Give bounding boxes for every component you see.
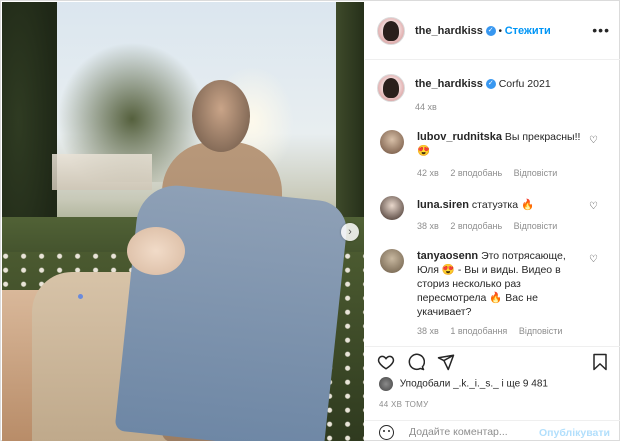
caption: the_hardkiss ✓ Corfu 2021 bbox=[415, 78, 551, 90]
author-username[interactable]: the_hardkiss bbox=[415, 25, 483, 37]
comment-likes[interactable]: 2 вподобань bbox=[450, 168, 502, 178]
comment-icon[interactable] bbox=[407, 353, 425, 375]
caption-avatar[interactable] bbox=[377, 74, 405, 102]
heart-icon[interactable]: ♡ bbox=[589, 201, 598, 212]
post-sidebar: the_hardkiss ✓ • Стежити ••• the_hardkis… bbox=[365, 2, 620, 441]
caption-username[interactable]: the_hardkiss bbox=[415, 78, 483, 90]
post-timestamp: 44 ХВ ТОМУ bbox=[379, 400, 429, 409]
comment-meta: 38 хв 1 вподобання Відповісти bbox=[417, 326, 571, 336]
post-header: the_hardkiss ✓ • Стежити ••• bbox=[365, 2, 620, 60]
comment-time[interactable]: 38 хв bbox=[417, 221, 439, 231]
emoji-icon[interactable] bbox=[379, 425, 394, 440]
comment-body: lubov_rudnitska Вы прекрасны!! 😍 bbox=[417, 130, 592, 158]
commenter-avatar[interactable] bbox=[380, 249, 404, 273]
heart-icon[interactable] bbox=[377, 353, 395, 375]
comment-likes[interactable]: 2 вподобань bbox=[450, 221, 502, 231]
follow-button[interactable]: Стежити bbox=[505, 25, 551, 37]
reply-button[interactable]: Відповісти bbox=[519, 326, 563, 336]
reply-button[interactable]: Відповісти bbox=[514, 168, 558, 178]
photo-bg-buildings bbox=[52, 154, 152, 190]
heart-icon[interactable]: ♡ bbox=[589, 135, 598, 146]
comment-time[interactable]: 38 хв bbox=[417, 326, 439, 336]
photo-child bbox=[114, 181, 350, 441]
comment-username[interactable]: tanyaosenn bbox=[417, 250, 478, 262]
reply-button[interactable]: Відповісти bbox=[514, 221, 558, 231]
publish-button[interactable]: Опублікувати bbox=[539, 427, 610, 439]
photo-person-head bbox=[192, 80, 250, 152]
likes-summary[interactable]: Уподобали _.k._i._s._ і ще 9 481 bbox=[379, 377, 548, 391]
more-options-icon[interactable]: ••• bbox=[592, 22, 610, 38]
heart-icon[interactable]: ♡ bbox=[589, 254, 598, 265]
author-line: the_hardkiss ✓ • Стежити bbox=[415, 25, 551, 37]
add-comment-bar: Опублікувати bbox=[365, 420, 620, 441]
comment-likes[interactable]: 1 вподобання bbox=[450, 326, 507, 336]
comment-text: статуэтка 🔥 bbox=[471, 199, 535, 211]
author-avatar[interactable] bbox=[377, 17, 405, 45]
verified-icon: ✓ bbox=[485, 26, 496, 37]
comment-body: luna.siren статуэтка 🔥 bbox=[417, 198, 592, 212]
commenter-avatar[interactable] bbox=[380, 196, 404, 220]
comment-body: tanyaosenn Это потрясающе, Юля 😍 - Вы и … bbox=[417, 249, 587, 319]
verified-icon: ✓ bbox=[485, 79, 496, 90]
likes-text: Уподобали _.k._i._s._ і ще 9 481 bbox=[399, 378, 548, 390]
post-modal: › the_hardkiss ✓ • Стежити ••• the_hardk… bbox=[0, 0, 620, 441]
chevron-right-icon: › bbox=[348, 226, 352, 238]
next-photo-button[interactable]: › bbox=[341, 223, 359, 241]
action-bar bbox=[365, 346, 620, 372]
liker-avatar bbox=[379, 377, 393, 391]
comment-username[interactable]: lubov_rudnitska bbox=[417, 131, 502, 143]
comment-username[interactable]: luna.siren bbox=[417, 199, 469, 211]
comment-meta: 38 хв 2 вподобань Відповісти bbox=[417, 221, 566, 231]
comment-meta: 42 хв 2 вподобань Відповісти bbox=[417, 168, 566, 178]
photo-child-head bbox=[127, 227, 185, 275]
caption-text: Corfu 2021 bbox=[498, 78, 551, 90]
comment-time[interactable]: 42 хв bbox=[417, 168, 439, 178]
caption-time: 44 хв bbox=[415, 102, 437, 112]
post-photo[interactable]: › bbox=[2, 2, 364, 441]
comment-input[interactable] bbox=[409, 426, 549, 438]
share-icon[interactable] bbox=[437, 353, 455, 375]
carousel-indicator bbox=[78, 294, 83, 299]
bookmark-icon[interactable] bbox=[591, 353, 609, 375]
commenter-avatar[interactable] bbox=[380, 130, 404, 154]
